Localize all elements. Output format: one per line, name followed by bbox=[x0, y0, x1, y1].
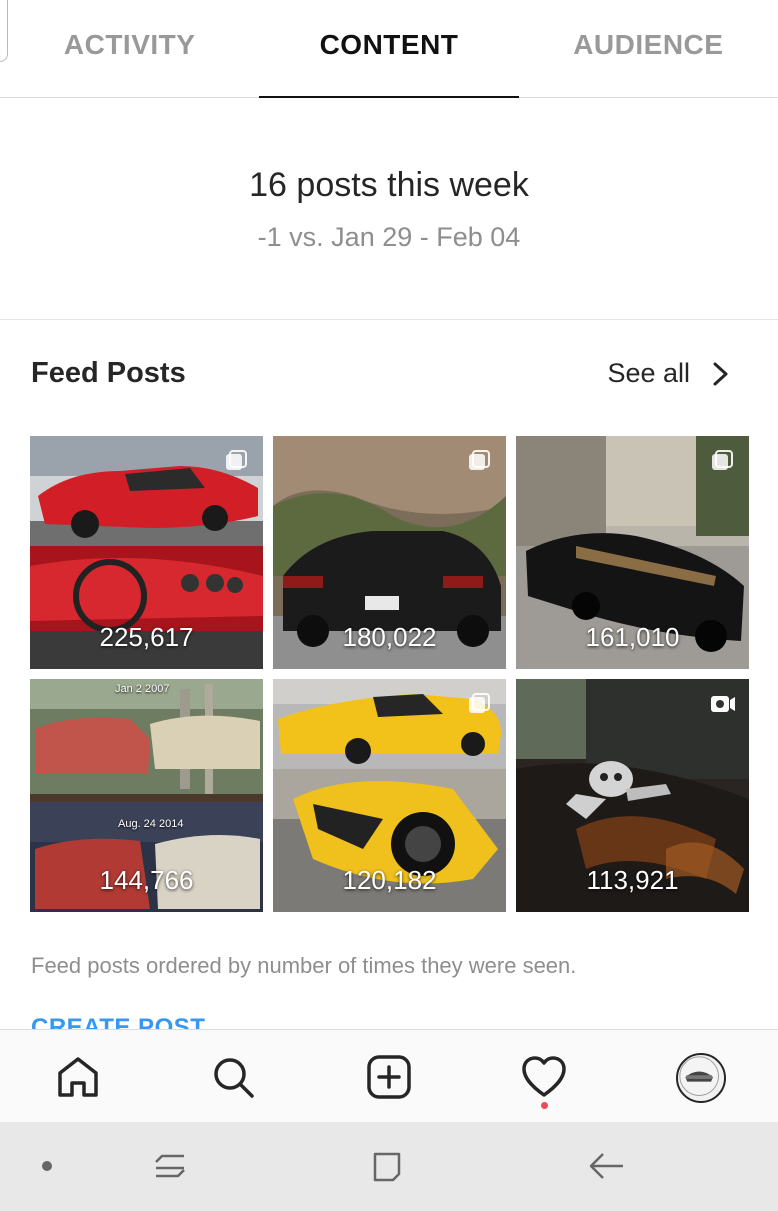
create-post-button[interactable]: CREATE POST bbox=[31, 1014, 205, 1030]
new-post-icon bbox=[367, 1055, 411, 1099]
carousel-icon bbox=[469, 693, 490, 713]
see-all-label: See all bbox=[607, 358, 690, 388]
recents-icon bbox=[155, 1154, 185, 1178]
feed-posts-grid: 225,617 180,022 161,010 Jan 2 2007 Aug. … bbox=[30, 436, 749, 912]
system-home-button[interactable] bbox=[367, 1148, 407, 1184]
system-back-button[interactable] bbox=[587, 1148, 627, 1184]
feed-posts-title: Feed Posts bbox=[31, 357, 186, 389]
home-icon bbox=[58, 1057, 98, 1097]
tab-audience[interactable]: AUDIENCE bbox=[519, 0, 778, 97]
tab-activity[interactable]: ACTIVITY bbox=[0, 0, 259, 97]
system-dot-button[interactable] bbox=[27, 1148, 67, 1184]
feed-post-tile[interactable]: 225,617 bbox=[30, 436, 263, 669]
dot-icon bbox=[42, 1161, 52, 1171]
feed-post-tile[interactable]: 120,182 bbox=[273, 679, 506, 912]
overlay-date-mid: Aug. 24 2014 bbox=[118, 818, 184, 830]
video-icon bbox=[711, 696, 735, 712]
heart-icon bbox=[522, 1056, 566, 1097]
post-impressions: 120,182 bbox=[342, 865, 437, 895]
post-impressions: 144,766 bbox=[99, 865, 194, 895]
insights-tabs: ACTIVITY CONTENT AUDIENCE bbox=[0, 0, 778, 98]
posts-this-week: 16 posts this week bbox=[249, 166, 529, 204]
post-impressions: 113,921 bbox=[586, 865, 679, 895]
post-impressions: 161,010 bbox=[585, 622, 680, 652]
insights-screen: ACTIVITY CONTENT AUDIENCE 16 posts this … bbox=[0, 0, 778, 1211]
feed-post-tile[interactable]: Jan 2 2007 Aug. 24 2014 144,766 bbox=[30, 679, 263, 912]
feed-post-tile[interactable]: 161,010 bbox=[516, 436, 749, 669]
feed-post-tile[interactable]: 113,921 bbox=[516, 679, 749, 912]
weekly-summary: 16 posts this week -1 vs. Jan 29 - Feb 0… bbox=[0, 98, 778, 320]
see-all-link[interactable]: See all bbox=[607, 358, 730, 389]
post-impressions: 225,617 bbox=[99, 622, 194, 652]
tab-content[interactable]: CONTENT bbox=[259, 0, 519, 98]
home-tab[interactable] bbox=[53, 1052, 103, 1102]
system-nav-bar bbox=[0, 1122, 778, 1211]
activity-tab[interactable] bbox=[519, 1052, 569, 1102]
carousel-icon bbox=[469, 450, 490, 470]
profile-avatar[interactable] bbox=[676, 1053, 726, 1103]
new-post-tab[interactable] bbox=[364, 1052, 414, 1102]
overlay-date-top: Jan 2 2007 bbox=[115, 683, 170, 695]
feed-posts-footnote: Feed posts ordered by number of times th… bbox=[31, 953, 577, 978]
carousel-icon bbox=[226, 450, 247, 470]
recents-button[interactable] bbox=[150, 1148, 190, 1184]
search-icon bbox=[214, 1058, 254, 1098]
carousel-icon bbox=[712, 450, 733, 470]
feed-post-tile[interactable]: 180,022 bbox=[273, 436, 506, 669]
post-impressions: 180,022 bbox=[342, 622, 437, 652]
bottom-nav bbox=[0, 1029, 778, 1122]
posts-comparison: -1 vs. Jan 29 - Feb 04 bbox=[257, 222, 521, 252]
search-tab[interactable] bbox=[208, 1052, 258, 1102]
avatar-image bbox=[679, 1056, 719, 1096]
back-icon bbox=[589, 1153, 623, 1179]
home-square-icon bbox=[373, 1152, 401, 1182]
chevron-right-icon bbox=[713, 362, 728, 385]
notification-dot bbox=[541, 1102, 548, 1109]
